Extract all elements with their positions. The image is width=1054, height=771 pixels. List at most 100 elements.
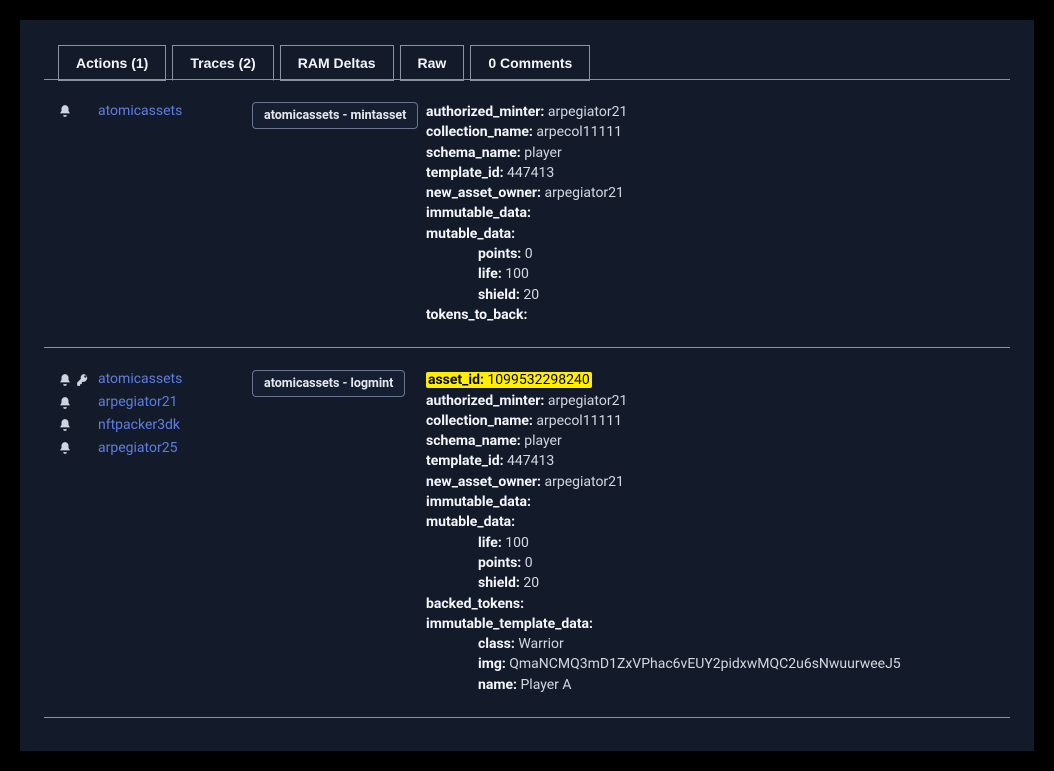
data-key: collection_name: — [426, 124, 533, 140]
data-value: arpegiator21 — [544, 474, 623, 490]
data-row: immutable_data: — [426, 492, 1004, 512]
data-row: collection_name: arpecol11111 — [426, 411, 1004, 431]
account-link[interactable]: arpegiator21 — [98, 393, 177, 412]
data-value: arpegiator21 — [544, 185, 623, 201]
data-key: backed_tokens: — [426, 596, 524, 612]
data-value: player — [524, 433, 561, 449]
data-key: immutable_data: — [426, 205, 531, 221]
tab-raw[interactable]: Raw — [400, 45, 465, 81]
data-key: life: — [478, 266, 502, 282]
bell-icon — [58, 104, 72, 118]
data-value: QmaNCMQ3mD1ZxVPhac6vEUY2pidxwMQC2u6sNwuu… — [509, 656, 900, 672]
data-value: Warrior — [518, 636, 563, 652]
bell-icon — [58, 418, 72, 432]
trace-row: atomicassets atomicassets - mintasset auth… — [44, 80, 1010, 348]
data-key: immutable_template_data: — [426, 616, 593, 632]
data-row: authorized_minter: arpegiator21 — [426, 102, 1004, 122]
data-value: 20 — [523, 575, 539, 591]
key-icon — [76, 373, 90, 387]
tab-traces[interactable]: Traces (2) — [172, 45, 273, 81]
tab-comments[interactable]: 0 Comments — [470, 45, 590, 81]
trace-data: asset_id: 1099532298240authorized_minter… — [426, 370, 1004, 695]
data-key: collection_name: — [426, 413, 533, 429]
data-key: shield: — [478, 575, 520, 591]
tab-ram-deltas[interactable]: RAM Deltas — [280, 45, 394, 81]
data-row: class: Warrior — [426, 634, 1004, 654]
data-key: points: — [478, 246, 521, 262]
account-link[interactable]: arpegiator25 — [98, 439, 177, 458]
data-row: authorized_minter: arpegiator21 — [426, 391, 1004, 411]
data-row: points: 0 — [426, 553, 1004, 573]
account-row: atomicassets — [58, 102, 252, 121]
data-key: template_id: — [426, 453, 504, 469]
data-row: mutable_data: — [426, 224, 1004, 244]
account-link[interactable]: atomicassets — [98, 370, 182, 389]
data-key: new_asset_owner: — [426, 474, 541, 490]
bell-icon — [58, 396, 72, 410]
data-row: tokens_to_back: — [426, 305, 1004, 325]
data-row: asset_id: 1099532298240 — [426, 370, 1004, 390]
bell-icon — [58, 373, 72, 387]
data-value: 447413 — [507, 453, 554, 469]
account-link[interactable]: atomicassets — [98, 102, 182, 121]
data-key: img: — [478, 656, 506, 672]
data-key: template_id: — [426, 165, 504, 181]
data-value: arpegiator21 — [548, 104, 627, 120]
account-link[interactable]: nftpacker3dk — [98, 416, 180, 435]
tab-bar: Actions (1) Traces (2) RAM Deltas Raw 0 … — [58, 44, 1010, 80]
data-key: schema_name: — [426, 433, 521, 449]
data-value: player — [524, 145, 561, 161]
bell-icon — [58, 441, 72, 455]
data-key: points: — [478, 555, 521, 571]
trace-row: atomicassets arpegiator21 nftpacker3dk arpe… — [44, 348, 1010, 718]
data-value: Player A — [520, 677, 571, 693]
tab-actions[interactable]: Actions (1) — [58, 45, 166, 81]
data-key: immutable_data: — [426, 494, 531, 510]
data-value: arpegiator21 — [548, 393, 627, 409]
data-key: schema_name: — [426, 145, 521, 161]
data-row: new_asset_owner: arpegiator21 — [426, 183, 1004, 203]
data-key: mutable_data: — [426, 226, 515, 242]
data-value: 20 — [523, 287, 539, 303]
data-row: template_id: 447413 — [426, 163, 1004, 183]
account-row: nftpacker3dk — [58, 416, 252, 435]
data-value: 0 — [525, 246, 533, 262]
data-key: tokens_to_back: — [426, 307, 527, 323]
data-key: authorized_minter: — [426, 393, 544, 409]
traces-content: atomicassets atomicassets - mintasset auth… — [44, 79, 1010, 718]
data-row: life: 100 — [426, 533, 1004, 553]
data-row: schema_name: player — [426, 431, 1004, 451]
data-row: mutable_data: — [426, 512, 1004, 532]
data-row: immutable_data: — [426, 203, 1004, 223]
contract-action-pill[interactable]: atomicassets - logmint — [252, 370, 405, 397]
data-value: arpecol11111 — [536, 124, 622, 140]
contract-action-pill[interactable]: atomicassets - mintasset — [252, 102, 418, 129]
data-key: asset_id: — [428, 372, 484, 388]
data-key: name: — [478, 677, 517, 693]
data-row: new_asset_owner: arpegiator21 — [426, 472, 1004, 492]
data-key: authorized_minter: — [426, 104, 544, 120]
data-row: collection_name: arpecol11111 — [426, 122, 1004, 142]
data-value: arpecol11111 — [536, 413, 622, 429]
trace-accounts: atomicassets — [50, 102, 252, 325]
data-row: life: 100 — [426, 264, 1004, 284]
trace-data: authorized_minter: arpegiator21collectio… — [426, 102, 1004, 325]
data-value: 1099532298240 — [487, 372, 589, 388]
data-row: immutable_template_data: — [426, 614, 1004, 634]
data-key: new_asset_owner: — [426, 185, 541, 201]
trace-accounts: atomicassets arpegiator21 nftpacker3dk arpe… — [50, 370, 252, 695]
data-key: class: — [478, 636, 515, 652]
data-row: shield: 20 — [426, 573, 1004, 593]
data-row: name: Player A — [426, 675, 1004, 695]
data-row: template_id: 447413 — [426, 451, 1004, 471]
data-row: backed_tokens: — [426, 594, 1004, 614]
data-key: life: — [478, 535, 502, 551]
account-row: arpegiator25 — [58, 439, 252, 458]
data-key: mutable_data: — [426, 514, 515, 530]
data-value: 100 — [505, 266, 529, 282]
data-value: 0 — [525, 555, 533, 571]
data-row: schema_name: player — [426, 143, 1004, 163]
account-row: atomicassets — [58, 370, 252, 389]
data-value: 447413 — [507, 165, 554, 181]
data-value: 100 — [505, 535, 529, 551]
